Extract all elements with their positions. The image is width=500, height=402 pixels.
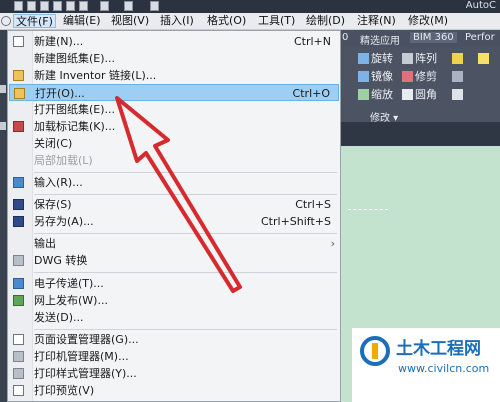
annotation-arrow-shape (115, 96, 242, 293)
annotation-arrow (115, 96, 242, 293)
